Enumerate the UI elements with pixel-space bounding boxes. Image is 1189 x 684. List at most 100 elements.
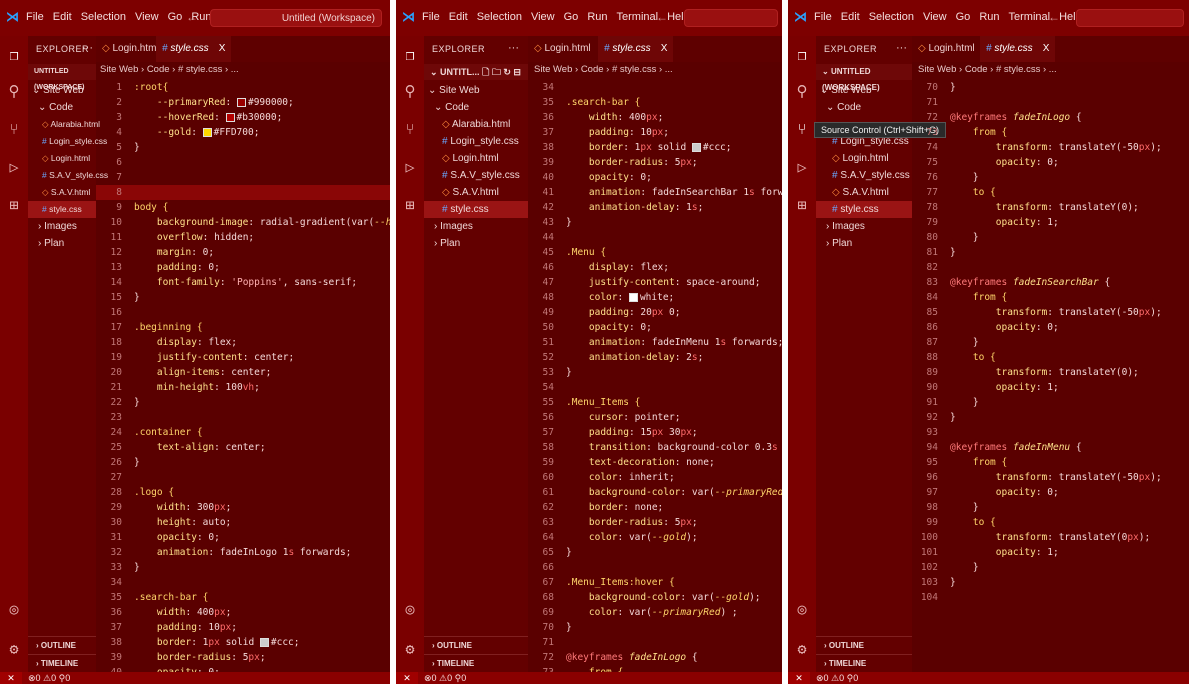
account-icon[interactable]: ◎ [793, 600, 811, 618]
code-line[interactable]: 53} [528, 365, 782, 380]
search-icon[interactable]: ⚲ [5, 82, 23, 100]
code-line[interactable]: 102 } [912, 560, 1189, 575]
code-line[interactable]: 62 border: none; [528, 500, 782, 515]
more-actions-icon[interactable]: ··· [82, 42, 93, 54]
folder-site-web[interactable]: ⌄ Site Web [816, 82, 912, 99]
settings-gear-icon[interactable]: ⚙ [401, 640, 419, 658]
code-line[interactable]: 75 opacity: 0; [912, 155, 1189, 170]
color-swatch[interactable] [628, 293, 638, 302]
code-line[interactable]: 45 .Menu { [528, 245, 782, 260]
tab-login-html[interactable]: ◇ Login.html [528, 36, 597, 62]
code-line[interactable]: 51 animation: fadeInMenu 1s forwards; [528, 335, 782, 350]
code-line[interactable]: 8 [96, 185, 390, 200]
file-item-selected[interactable]: # style.css [28, 201, 96, 218]
code-line[interactable]: 78 transform: translateY(0); [912, 200, 1189, 215]
extensions-icon[interactable]: ⊞ [5, 196, 23, 214]
new-folder-icon[interactable]: 🗀 [492, 67, 501, 77]
code-line[interactable]: 67 .Menu_Items:hover { [528, 575, 782, 590]
code-line[interactable]: 84 from { [912, 290, 1189, 305]
code-line[interactable]: 42 animation-delay: 1s; [528, 200, 782, 215]
file-item-selected[interactable]: # style.css [816, 201, 912, 218]
code-line[interactable]: 44 [528, 230, 782, 245]
code-line[interactable]: 25 text-align: center; [96, 440, 390, 455]
search-icon[interactable]: ⚲ [401, 82, 419, 100]
code-line[interactable]: 88 to { [912, 350, 1189, 365]
code-line[interactable]: 52 animation-delay: 2s; [528, 350, 782, 365]
workspace-header[interactable]: ⌄ UNTITLED (WORKSPACE) [816, 64, 912, 92]
code-line[interactable]: 37 padding: 10px; [96, 620, 390, 635]
problems-status[interactable]: ⊗0 ⚠0 ⚲0 [424, 672, 466, 684]
source-control-icon[interactable]: ⑂ [401, 120, 419, 138]
breadcrumb[interactable]: Site Web › Code › # style.css › ... [100, 62, 390, 78]
code-line[interactable]: 39 border-radius: 5px; [528, 155, 782, 170]
breadcrumb[interactable]: Site Web › Code › # style.css › ... [918, 62, 1189, 78]
tab-style-css[interactable]: # style.css X [156, 36, 232, 62]
menu-go[interactable]: Go [564, 11, 579, 23]
code-line[interactable]: 26} [96, 455, 390, 470]
code-line[interactable]: 59 text-decoration: none; [528, 455, 782, 470]
problems-status[interactable]: ⊗0 ⚠0 ⚲0 [816, 672, 858, 684]
close-icon[interactable]: X [219, 43, 226, 54]
folder-plan[interactable]: › Plan [28, 235, 96, 252]
code-line[interactable]: 77 to { [912, 185, 1189, 200]
code-line[interactable]: 3 --hoverRed: #b30000; [96, 110, 390, 125]
code-line[interactable]: 73 from { [528, 665, 782, 672]
code-line[interactable]: 61 background-color: var(--primaryRed); [528, 485, 782, 500]
settings-gear-icon[interactable]: ⚙ [5, 640, 23, 658]
folder-code[interactable]: ⌄ Code [816, 99, 912, 116]
command-center-search[interactable]: Untitled (Workspace) [210, 9, 382, 27]
close-icon[interactable]: X [1043, 43, 1050, 54]
file-item[interactable]: ◇ Alarabia.html [424, 116, 528, 133]
code-line[interactable]: 23 [96, 410, 390, 425]
code-line[interactable]: 73 from { [912, 125, 1189, 140]
file-item[interactable]: ◇ Alarabia.html [28, 116, 100, 133]
color-swatch[interactable] [236, 98, 246, 107]
menu-edit[interactable]: Edit [841, 11, 860, 23]
folder-plan[interactable]: › Plan [424, 235, 528, 252]
code-line[interactable]: 27 [96, 470, 390, 485]
code-line[interactable]: 96 transform: translateY(-50px); [912, 470, 1189, 485]
menu-file[interactable]: File [26, 11, 44, 23]
code-line[interactable]: 50 opacity: 0; [528, 320, 782, 335]
code-line[interactable]: 60 color: inherit; [528, 470, 782, 485]
code-line[interactable]: 6 [96, 155, 390, 170]
code-line[interactable]: 56 cursor: pointer; [528, 410, 782, 425]
menu-terminal[interactable]: Terminal [617, 11, 659, 23]
code-line[interactable]: 28 .logo { [96, 485, 390, 500]
files-icon[interactable]: ❐ [401, 46, 419, 64]
code-line[interactable]: 94 @keyframes fadeInMenu { [912, 440, 1189, 455]
code-line[interactable]: 34 [528, 80, 782, 95]
code-line[interactable]: 57 padding: 15px 30px; [528, 425, 782, 440]
code-line[interactable]: 46 display: flex; [528, 260, 782, 275]
code-line[interactable]: 64 color: var(--gold); [528, 530, 782, 545]
tab-login-html[interactable]: ◇ Login.html [912, 36, 981, 62]
code-line[interactable]: 7 [96, 170, 390, 185]
code-line[interactable]: 40 opacity: 0; [528, 170, 782, 185]
more-actions-icon[interactable]: ··· [508, 42, 519, 54]
file-item[interactable]: ◇ S.A.V.html [28, 184, 96, 201]
code-line[interactable]: 10 background-image: radial-gradient(var… [96, 215, 390, 230]
tab-style-css[interactable]: # style.css X [598, 36, 674, 62]
collapse-icon[interactable]: ⊟ [513, 67, 521, 77]
file-item[interactable]: # S.A.V_style.css [424, 167, 528, 184]
breadcrumb[interactable]: Site Web › Code › # style.css › ... [534, 62, 782, 78]
remote-indicator-icon[interactable]: ✕ [788, 672, 810, 684]
timeline-panel[interactable]: › TIMELINE [424, 654, 528, 672]
close-icon[interactable]: X [661, 43, 668, 54]
menu-view[interactable]: View [923, 11, 947, 23]
code-line[interactable]: 82 [912, 260, 1189, 275]
code-line[interactable]: 92} [912, 410, 1189, 425]
code-line[interactable]: 34 [96, 575, 390, 590]
run-debug-icon[interactable]: ▷ [401, 158, 419, 176]
command-center-search[interactable] [1076, 9, 1184, 27]
code-line[interactable]: 19 justify-content: center; [96, 350, 390, 365]
menu-go[interactable]: Go [168, 11, 183, 23]
code-line[interactable]: 70} [528, 620, 782, 635]
code-line[interactable]: 15} [96, 290, 390, 305]
outline-panel[interactable]: › OUTLINE [28, 636, 96, 654]
run-debug-icon[interactable]: ▷ [5, 158, 23, 176]
menu-file[interactable]: File [422, 11, 440, 23]
code-line[interactable]: 55 .Menu_Items { [528, 395, 782, 410]
code-line[interactable]: 63 border-radius: 5px; [528, 515, 782, 530]
code-editor[interactable]: 70} 71 72 @keyframes fadeInLogo {73 from {7… [912, 80, 1189, 672]
